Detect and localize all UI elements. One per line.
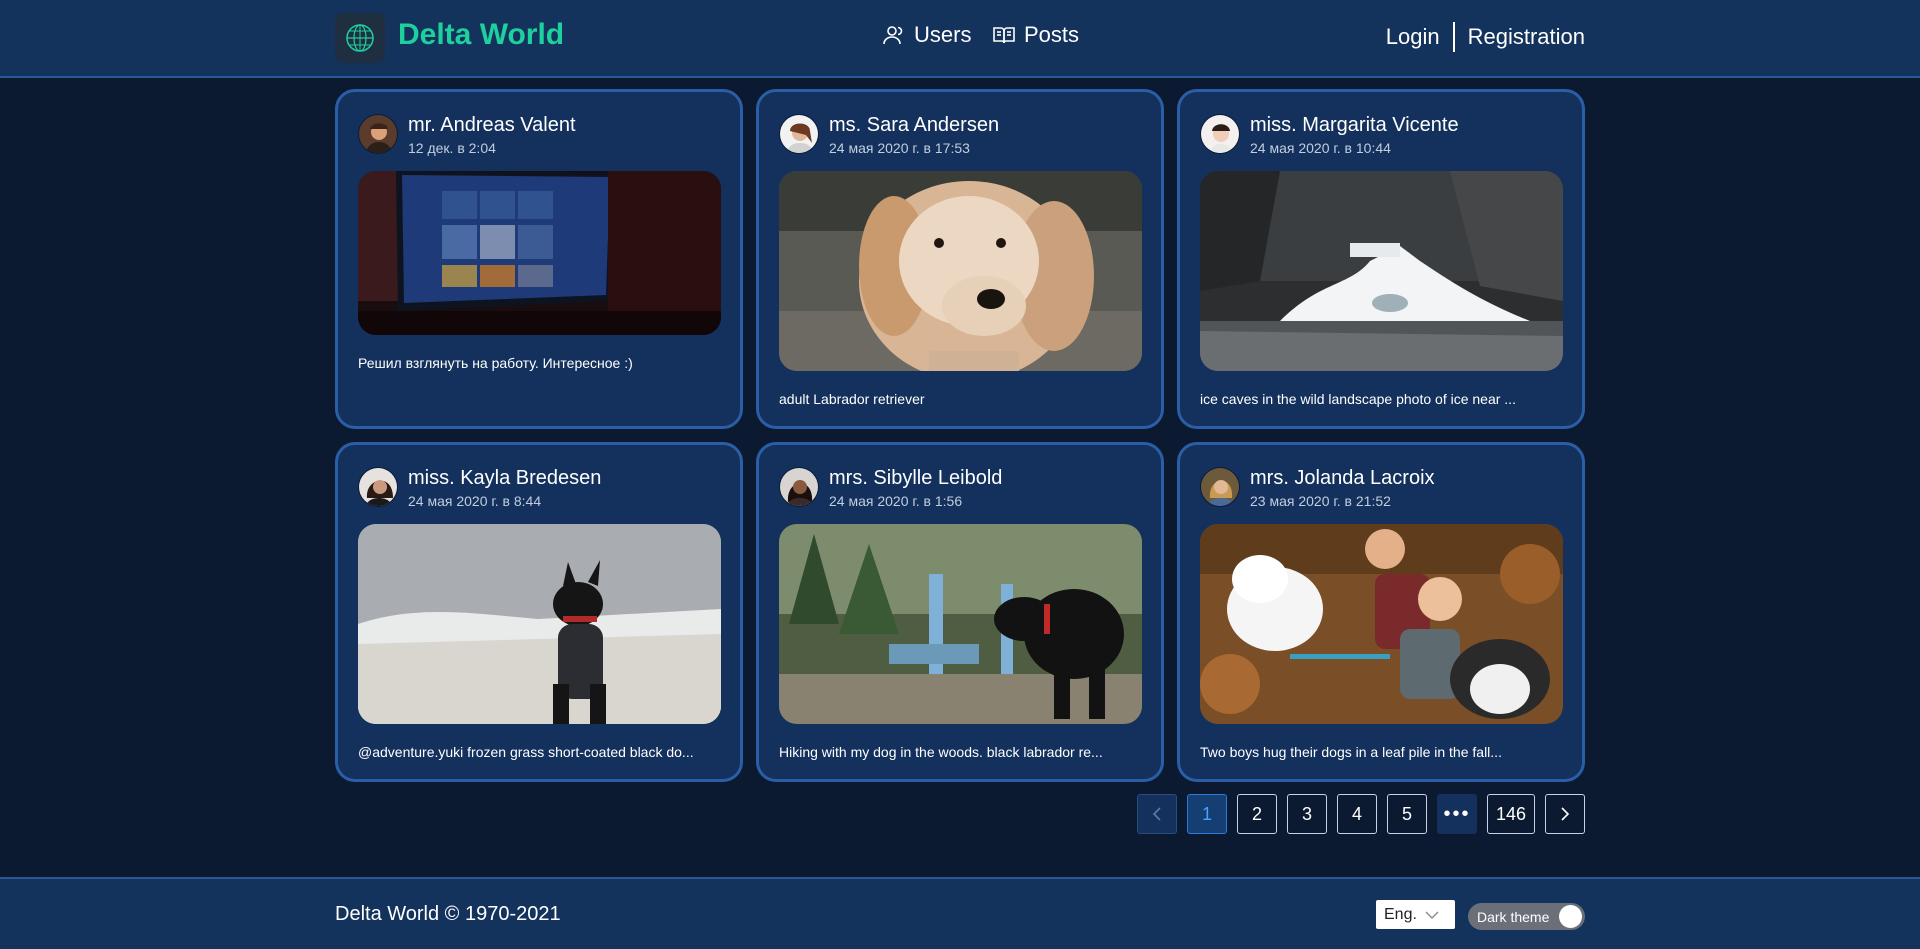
post-image[interactable] — [358, 524, 721, 724]
post-card[interactable]: mrs. Jolanda Lacroix 23 мая 2020 г. в 21… — [1177, 442, 1585, 782]
toggle-knob — [1559, 905, 1582, 928]
avatar[interactable] — [1200, 467, 1240, 507]
prev-page-button[interactable] — [1137, 794, 1177, 834]
post-header: miss. Margarita Vicente 24 мая 2020 г. в… — [1200, 114, 1562, 159]
page-button-1[interactable]: 1 — [1187, 794, 1227, 834]
auth-divider — [1452, 22, 1455, 52]
post-caption: ice caves in the wild landscape photo of… — [1200, 391, 1516, 407]
post-header: mrs. Sibylle Leibold 24 мая 2020 г. в 1:… — [779, 467, 1141, 512]
avatar[interactable] — [779, 467, 819, 507]
post-author[interactable]: mrs. Jolanda Lacroix — [1250, 467, 1435, 489]
post-date: 12 дек. в 2:04 — [408, 140, 496, 156]
top-header: Delta World Users Posts Login Registrati… — [0, 0, 1920, 78]
post-date: 24 мая 2020 г. в 17:53 — [829, 140, 970, 156]
post-image[interactable] — [779, 171, 1142, 371]
post-header: mrs. Jolanda Lacroix 23 мая 2020 г. в 21… — [1200, 467, 1562, 512]
post-image[interactable] — [1200, 524, 1563, 724]
footer: Delta World © 1970-2021 Eng. Dark theme — [0, 877, 1920, 949]
post-image[interactable] — [1200, 171, 1563, 371]
post-card[interactable]: ms. Sara Andersen 24 мая 2020 г. в 17:53… — [756, 89, 1164, 429]
app-title[interactable]: Delta World — [398, 18, 564, 52]
theme-label: Dark theme — [1477, 908, 1550, 925]
avatar[interactable] — [358, 114, 398, 154]
nav-posts-label: Posts — [1024, 22, 1080, 47]
post-author[interactable]: miss. Margarita Vicente — [1250, 114, 1459, 136]
post-header: ms. Sara Andersen 24 мая 2020 г. в 17:53 — [779, 114, 1141, 159]
post-caption: Hiking with my dog in the woods. black l… — [779, 744, 1103, 760]
post-author[interactable]: mrs. Sibylle Leibold — [829, 467, 1002, 489]
nav-users-label: Users — [914, 22, 972, 47]
post-caption: adult Labrador retriever — [779, 391, 925, 407]
page-button-5[interactable]: 5 — [1387, 794, 1427, 834]
pagination: 1 2 3 4 5 ••• 146 — [1137, 794, 1585, 834]
auth-links: Login Registration — [1386, 22, 1585, 52]
post-caption: Решил взглянуть на работу. Интересное :) — [358, 355, 633, 371]
post-header: mr. Andreas Valent 12 дек. в 2:04 — [358, 114, 720, 159]
post-header: miss. Kayla Bredesen 24 мая 2020 г. в 8:… — [358, 467, 720, 512]
nav-users[interactable]: Users — [882, 22, 971, 48]
post-image[interactable] — [779, 524, 1142, 724]
copyright-text: Delta World © 1970-2021 — [335, 903, 561, 925]
post-author[interactable]: mr. Andreas Valent — [408, 114, 576, 136]
avatar[interactable] — [358, 467, 398, 507]
avatar[interactable] — [779, 114, 819, 154]
post-caption: @adventure.yuki frozen grass short-coate… — [358, 744, 694, 760]
chevron-left-icon — [1152, 807, 1161, 821]
post-author[interactable]: ms. Sara Andersen — [829, 114, 999, 136]
chevron-right-icon — [1561, 807, 1570, 821]
users-icon — [883, 26, 903, 45]
page-ellipsis-button[interactable]: ••• — [1437, 794, 1477, 834]
avatar[interactable] — [1200, 114, 1240, 154]
post-caption: Two boys hug their dogs in a leaf pile i… — [1200, 744, 1502, 760]
posts-grid: mr. Andreas Valent 12 дек. в 2:04 Решил … — [335, 89, 1585, 782]
post-card[interactable]: mr. Andreas Valent 12 дек. в 2:04 Решил … — [335, 89, 743, 429]
post-author[interactable]: miss. Kayla Bredesen — [408, 467, 601, 489]
post-card[interactable]: mrs. Sibylle Leibold 24 мая 2020 г. в 1:… — [756, 442, 1164, 782]
registration-link[interactable]: Registration — [1468, 24, 1585, 50]
post-date: 24 мая 2020 г. в 8:44 — [408, 493, 542, 509]
next-page-button[interactable] — [1545, 794, 1585, 834]
dark-theme-toggle[interactable]: Dark theme — [1468, 903, 1585, 930]
page-button-2[interactable]: 2 — [1237, 794, 1277, 834]
globe-icon — [346, 24, 374, 52]
post-card[interactable]: miss. Margarita Vicente 24 мая 2020 г. в… — [1177, 89, 1585, 429]
chevron-down-icon — [1425, 911, 1439, 919]
page-button-4[interactable]: 4 — [1337, 794, 1377, 834]
page-button-last[interactable]: 146 — [1487, 794, 1535, 834]
book-icon — [993, 27, 1015, 44]
logo[interactable] — [335, 13, 385, 63]
page-button-3[interactable]: 3 — [1287, 794, 1327, 834]
language-value: Eng. — [1384, 905, 1417, 923]
post-date: 24 мая 2020 г. в 1:56 — [829, 493, 963, 509]
post-card[interactable]: miss. Kayla Bredesen 24 мая 2020 г. в 8:… — [335, 442, 743, 782]
login-link[interactable]: Login — [1386, 24, 1440, 50]
post-date: 24 мая 2020 г. в 10:44 — [1250, 140, 1391, 156]
nav-posts[interactable]: Posts — [992, 22, 1079, 48]
post-date: 23 мая 2020 г. в 21:52 — [1250, 493, 1391, 509]
language-select[interactable]: Eng. — [1376, 900, 1455, 929]
post-image[interactable] — [358, 171, 721, 335]
